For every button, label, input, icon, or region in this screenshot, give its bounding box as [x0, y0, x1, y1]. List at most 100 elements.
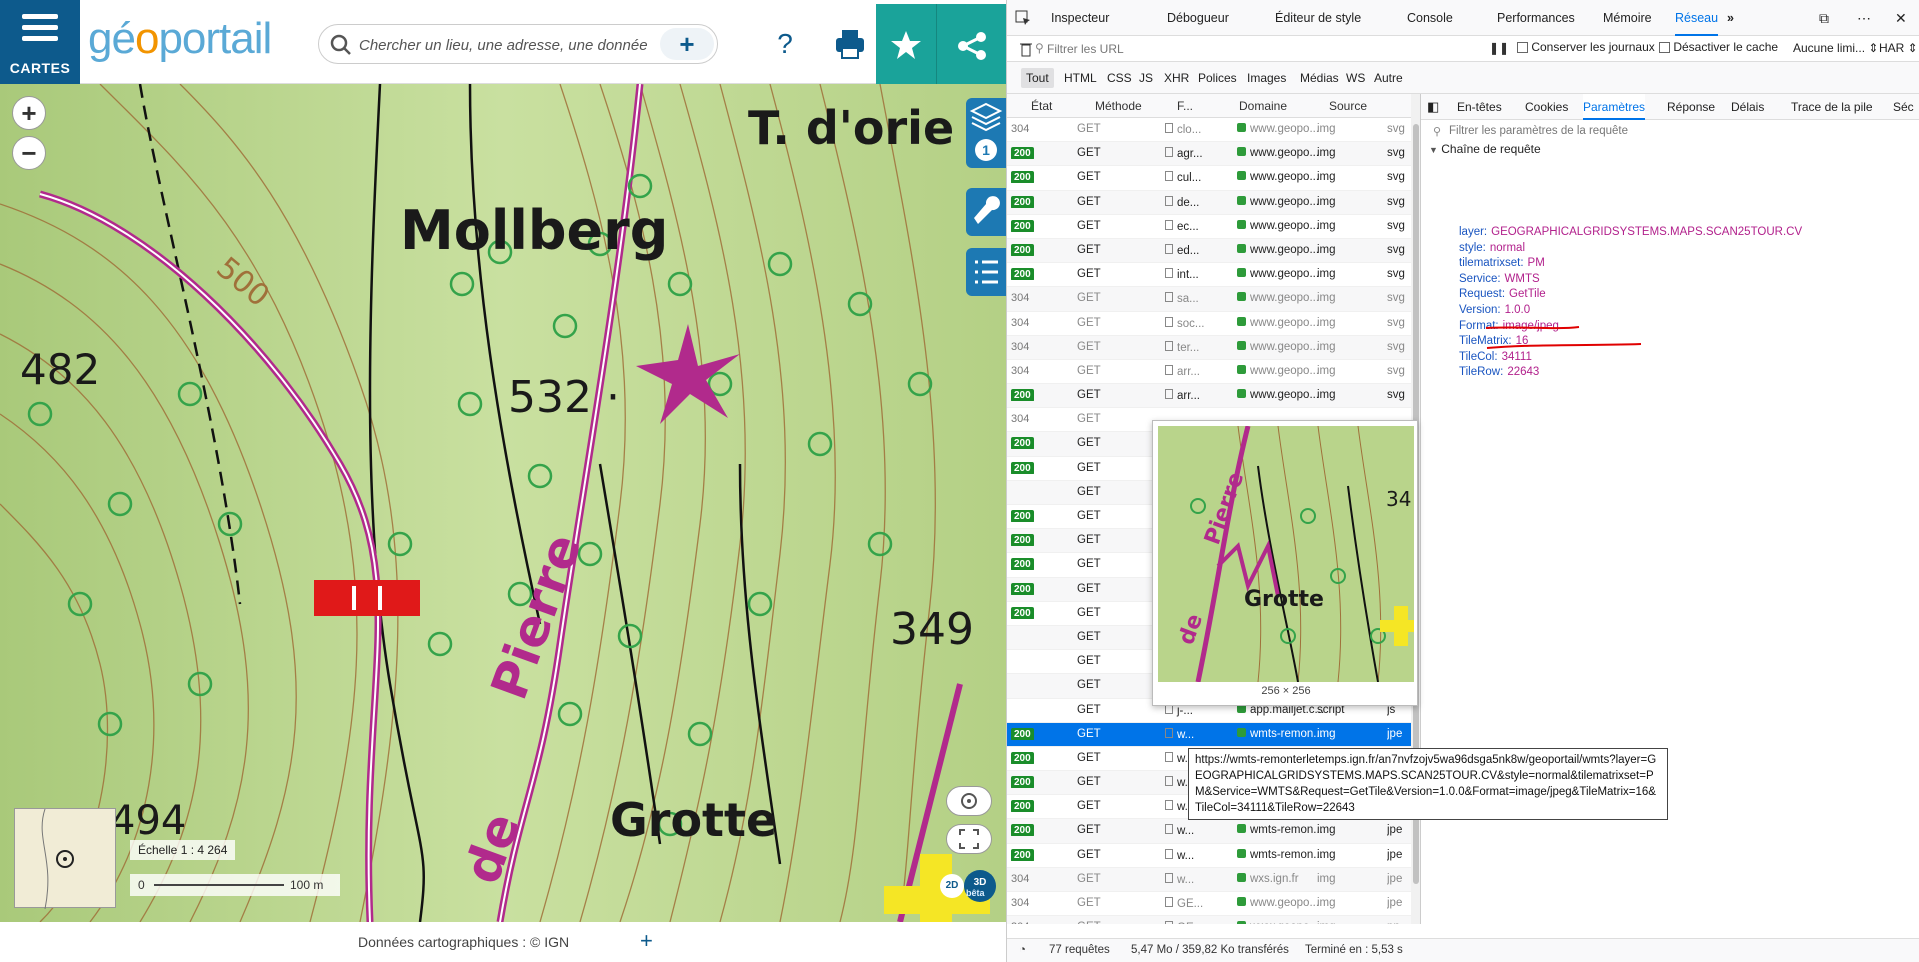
request-file-text: de... [1177, 196, 1200, 209]
tab-debugger[interactable]: Débogueur [1167, 0, 1229, 36]
type-js[interactable]: JS [1134, 68, 1158, 88]
query-param[interactable]: Request: GetTile [1459, 288, 1546, 300]
col-state[interactable]: État [1031, 99, 1052, 113]
tab-stack-trace[interactable]: Trace de la pile [1791, 94, 1873, 120]
request-row[interactable]: 304 GET clo... www.geopo... img svg [1007, 118, 1411, 143]
query-param[interactable]: layer: GEOGRAPHICALGRIDSYSTEMS.MAPS.SCAN2… [1459, 226, 1802, 238]
request-row[interactable]: 200 GET de... www.geopo... img svg [1007, 190, 1411, 215]
query-param[interactable]: Service: WMTS [1459, 273, 1540, 285]
attribution-more-button[interactable]: + [640, 928, 653, 954]
type-other[interactable]: Autre [1369, 68, 1408, 88]
col-source[interactable]: Source [1329, 99, 1367, 113]
request-row[interactable]: 200 GET cul... www.geopo... img svg [1007, 166, 1411, 191]
query-param[interactable]: tilematrixset: PM [1459, 257, 1545, 269]
advanced-search-button[interactable]: + [660, 28, 714, 60]
zoom-in-button[interactable]: + [12, 96, 46, 130]
tab-memory[interactable]: Mémoire [1603, 0, 1652, 36]
details-panel-icon[interactable]: ◧ [1427, 94, 1439, 120]
tools-button[interactable] [966, 188, 1006, 236]
tab-headers[interactable]: En-têtes [1457, 94, 1502, 120]
request-row[interactable]: 200 GET w... wmts-remon... img jpe [1007, 844, 1411, 868]
request-row[interactable]: 200 GET ec... www.geopo... img svg [1007, 215, 1411, 239]
more-tools-icon[interactable]: » [1727, 0, 1734, 36]
throttling-select[interactable]: Aucune limi... ⇕ [1793, 41, 1878, 55]
print-icon[interactable] [830, 24, 870, 64]
type-html[interactable]: HTML [1059, 68, 1102, 88]
options-icon[interactable]: ⋯ [1857, 0, 1871, 36]
favorites-button[interactable] [876, 4, 936, 84]
tab-network[interactable]: Réseau [1675, 0, 1719, 36]
request-row[interactable]: 200 GET w... wmts-remon... img jpe [1007, 722, 1411, 747]
request-row[interactable]: 304 GET ter... www.geopo... img svg [1007, 335, 1411, 360]
query-string-section[interactable]: ▼ Chaîne de requête [1429, 142, 1541, 156]
request-file: arr... [1165, 364, 1221, 378]
request-domain: www.geopo... [1237, 195, 1327, 208]
pick-element-icon[interactable] [1015, 10, 1031, 26]
trash-icon[interactable] [1019, 41, 1033, 57]
type-xhr[interactable]: XHR [1159, 68, 1194, 88]
har-menu[interactable]: HAR ⇕ [1879, 41, 1918, 55]
query-param[interactable]: TileRow: 22643 [1459, 366, 1539, 378]
tab-performance[interactable]: Performances [1497, 0, 1575, 36]
type-all[interactable]: Tout [1021, 68, 1054, 88]
zoom-out-button[interactable]: − [12, 136, 46, 170]
tab-timings[interactable]: Délais [1731, 94, 1764, 120]
disable-cache-toggle[interactable]: Désactiver le cache [1659, 40, 1778, 54]
url-filter-input[interactable] [1047, 40, 1427, 58]
request-row[interactable]: 304 GET soc... www.geopo... img svg [1007, 312, 1411, 336]
request-row[interactable]: 200 GET ed... www.geopo... img svg [1007, 238, 1411, 264]
persist-logs-toggle[interactable]: Conserver les journaux [1517, 40, 1655, 54]
lock-icon [1237, 171, 1246, 181]
request-row[interactable]: 200 GET int... www.geopo... img svg [1007, 263, 1411, 288]
persist-logs-checkbox[interactable] [1517, 42, 1528, 53]
view-2d-button[interactable]: 2D [940, 874, 964, 898]
query-param[interactable]: Version: 1.0.0 [1459, 304, 1530, 316]
type-media[interactable]: Médias [1295, 68, 1344, 88]
request-row[interactable]: 304 GET w... wxs.ign.fr img jpe [1007, 867, 1411, 892]
tab-style-editor[interactable]: Éditeur de style [1275, 0, 1361, 36]
help-button[interactable]: ? [770, 24, 800, 64]
request-row[interactable]: 304 GET GE... www.geopo... img jpe [1007, 892, 1411, 917]
type-css[interactable]: CSS [1102, 68, 1137, 88]
request-domain-text: www.geopo... [1250, 123, 1320, 135]
col-method[interactable]: Méthode [1095, 99, 1142, 113]
request-row[interactable]: 304 GET GE... www.geopo...img pn... [1007, 916, 1411, 924]
request-row[interactable]: 200 GET w... wmts-remon... img jpe [1007, 819, 1411, 844]
search-input[interactable] [359, 31, 659, 59]
geoportail-logo[interactable]: géoportail [88, 14, 272, 64]
tab-inspector[interactable]: Inspecteur [1051, 0, 1109, 36]
request-row[interactable]: 304 GET arr... www.geopo... img svg [1007, 360, 1411, 385]
type-ws[interactable]: WS [1341, 68, 1370, 88]
request-row[interactable]: 200 GET agr... www.geopo... img svg [1007, 142, 1411, 167]
disable-cache-checkbox[interactable] [1659, 42, 1670, 53]
pause-icon[interactable]: ❚❚ [1489, 41, 1509, 55]
perf-analysis-icon[interactable]: ◔ [1019, 944, 1026, 956]
tab-response[interactable]: Réponse [1667, 94, 1715, 120]
type-fonts[interactable]: Polices [1193, 68, 1242, 88]
view-3d-button[interactable]: 3D bêta [964, 870, 996, 902]
fullscreen-button[interactable] [946, 824, 992, 854]
param-filter-input[interactable] [1449, 125, 1849, 137]
close-icon[interactable]: ✕ [1895, 0, 1907, 36]
type-images[interactable]: Images [1242, 68, 1291, 88]
menu-button[interactable]: CARTES [0, 0, 80, 84]
request-row[interactable]: 304 GET sa... www.geopo... img svg [1007, 287, 1411, 312]
request-type-text: svg [1387, 316, 1405, 329]
tab-security[interactable]: Séc [1893, 94, 1914, 120]
request-method: GET [1077, 341, 1127, 353]
minimap[interactable] [14, 808, 116, 910]
view-mode-toggle[interactable]: 2D 3D bêta [940, 870, 998, 906]
layers-button[interactable]: 1 [966, 98, 1006, 168]
dock-icon[interactable]: ⧉ [1819, 0, 1829, 36]
map-canvas[interactable]: T. d'orie Mollberg 500 482 532 · 349 494… [0, 84, 1006, 922]
col-file[interactable]: F... [1177, 99, 1193, 113]
share-button[interactable] [936, 4, 1006, 84]
tab-params[interactable]: Paramètres [1583, 94, 1646, 120]
tab-cookies[interactable]: Cookies [1525, 94, 1568, 120]
tab-console[interactable]: Console [1407, 0, 1453, 36]
request-row[interactable]: 200 GET arr... www.geopo... img svg [1007, 384, 1411, 409]
geolocate-button[interactable] [946, 786, 992, 816]
legend-list-button[interactable] [966, 248, 1006, 296]
query-param[interactable]: style: normal [1459, 242, 1525, 254]
col-domain[interactable]: Domaine [1239, 99, 1287, 113]
